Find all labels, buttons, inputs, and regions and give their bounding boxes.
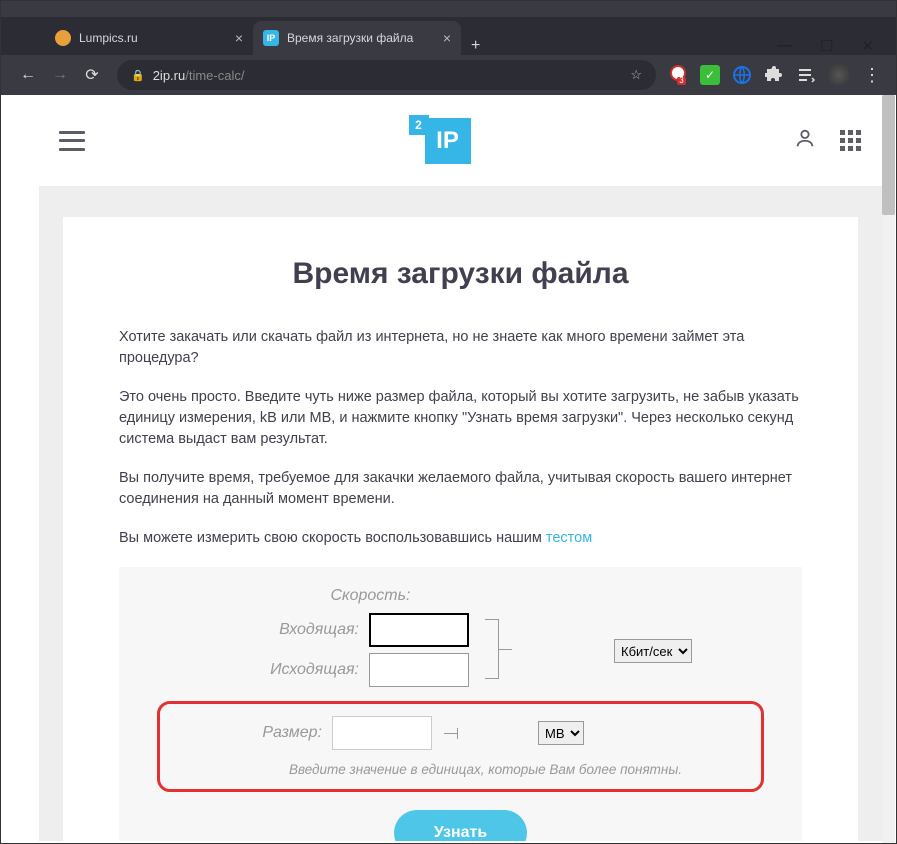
logo-main: IP [425, 118, 471, 164]
intro-p2: Это очень просто. Введите чуть ниже разм… [119, 387, 802, 450]
speed-heading: Скорость: [39, 587, 752, 605]
tab-close-icon[interactable]: × [443, 30, 451, 46]
extensions-icon[interactable] [764, 65, 784, 85]
tab-lumpics[interactable]: Lumpics.ru × [45, 21, 253, 55]
tab-title: Время загрузки файла [287, 31, 413, 45]
adblock-icon[interactable]: 3 [668, 65, 688, 85]
extensions: 3 ✓ ⋮ [668, 64, 882, 86]
site-logo[interactable]: 2 IP [409, 118, 471, 164]
speed-unit-select[interactable]: Кбит/сек [614, 639, 692, 663]
submit-button[interactable]: Узнать [394, 810, 527, 841]
size-unit-select[interactable]: MB [538, 721, 584, 745]
intro-p3: Вы получите время, требуемое для закачки… [119, 468, 802, 510]
calculator-form: Скорость: Входящая: Исходящая: Кбит/сек [119, 567, 802, 841]
bracket-decoration [444, 733, 458, 734]
url-path: /time-calc/ [185, 68, 244, 83]
vertical-scrollbar[interactable] [882, 95, 895, 843]
maximize-button[interactable]: ☐ [820, 37, 833, 55]
lock-icon: 🔒 [131, 69, 145, 82]
content-card: Время загрузки файла Хотите закачать или… [63, 217, 858, 841]
reload-button[interactable]: ⟳ [79, 62, 105, 88]
favicon-lumpics [55, 30, 71, 46]
page-title: Время загрузки файла [119, 257, 802, 291]
tab-2ip[interactable]: IP Время загрузки файла × [253, 21, 461, 55]
page-viewport: 2 IP Время загрузки файла Хотите закачат… [39, 95, 882, 841]
url-domain: 2ip.ru [153, 68, 186, 83]
apps-grid-icon[interactable] [840, 130, 862, 152]
outgoing-input[interactable] [369, 653, 469, 687]
globe-extension-icon[interactable] [732, 65, 752, 85]
incoming-input[interactable] [369, 613, 469, 647]
new-tab-button[interactable]: + [461, 37, 490, 55]
tab-title: Lumpics.ru [79, 31, 138, 45]
intro-p1: Хотите закачать или скачать файл из инте… [119, 327, 802, 369]
minimize-button[interactable]: — [777, 37, 792, 55]
bookmark-star-icon[interactable]: ☆ [630, 67, 642, 83]
close-button[interactable]: ✕ [861, 37, 874, 55]
address-bar[interactable]: 🔒 2ip.ru/time-calc/ ☆ [117, 60, 656, 90]
svg-text:3: 3 [679, 76, 684, 85]
tabbar: Lumpics.ru × IP Время загрузки файла × + [1, 17, 896, 55]
intro-p4: Вы можете измерить свою скорость восполь… [119, 528, 802, 549]
user-icon[interactable] [794, 127, 816, 154]
site-header: 2 IP [39, 95, 882, 187]
speed-test-link[interactable]: тестом [546, 530, 592, 546]
toolbar: ← → ⟳ 🔒 2ip.ru/time-calc/ ☆ 3 ✓ ⋮ [1, 55, 896, 95]
forward-button[interactable]: → [47, 62, 73, 88]
favicon-2ip: IP [263, 30, 279, 46]
speed-rows: Входящая: Исходящая: Кбит/сек [169, 613, 752, 687]
incoming-label: Входящая: [169, 621, 369, 639]
logo-badge: 2 [409, 115, 429, 135]
size-label: Размер: [176, 724, 332, 742]
size-input[interactable] [332, 716, 432, 750]
outgoing-label: Исходящая: [169, 661, 369, 679]
menu-dots-icon[interactable]: ⋮ [862, 65, 882, 85]
check-extension-icon[interactable]: ✓ [700, 65, 720, 85]
scrollbar-thumb[interactable] [882, 95, 895, 215]
window-controls: — ☐ ✕ [777, 37, 874, 55]
size-hint: Введите значение в единицах, которые Вам… [176, 762, 745, 777]
hamburger-menu[interactable] [59, 131, 85, 151]
profile-avatar[interactable] [828, 64, 850, 86]
tab-close-icon[interactable]: × [235, 30, 243, 46]
titlebar [1, 1, 896, 17]
reading-list-icon[interactable] [796, 65, 816, 85]
size-highlight-box: Размер: MB Введите значение в единицах, … [157, 701, 764, 792]
bracket-decoration [485, 619, 499, 679]
back-button[interactable]: ← [15, 62, 41, 88]
page-content: Время загрузки файла Хотите закачать или… [39, 187, 882, 841]
